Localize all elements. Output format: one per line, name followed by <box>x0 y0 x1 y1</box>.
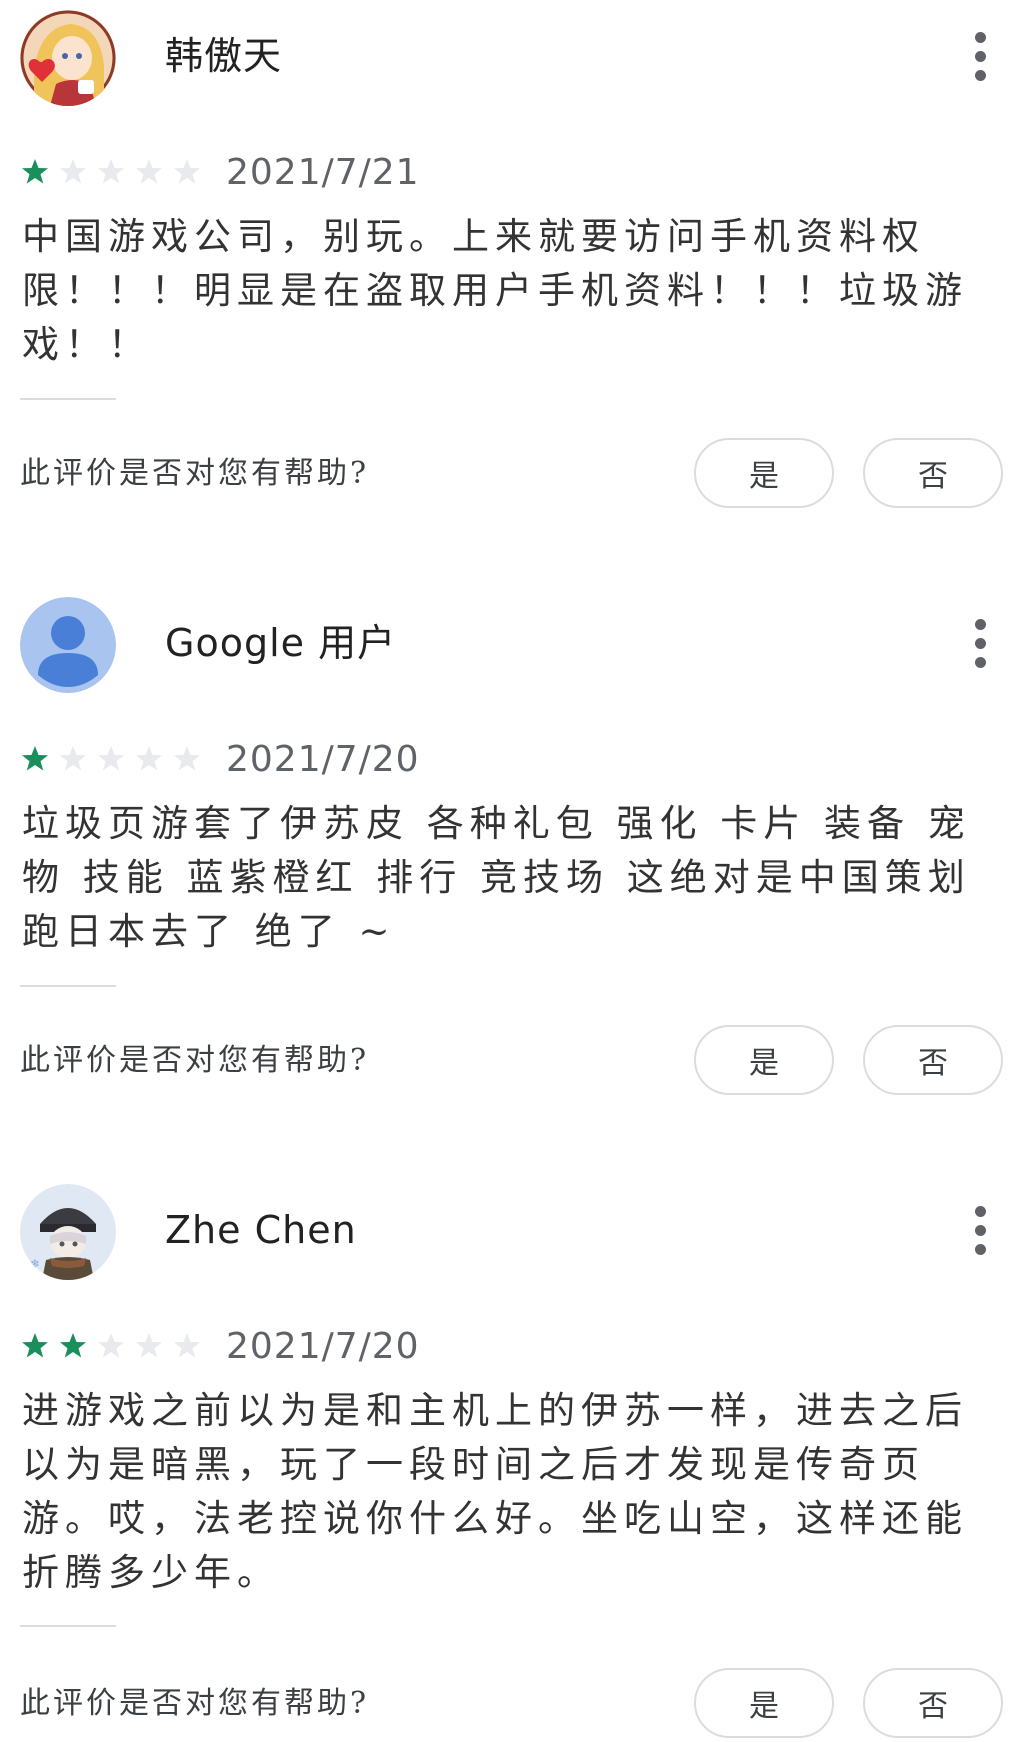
user-name: Google 用户 <box>165 621 397 665</box>
helpful-row: 此评价是否对您有帮助? 是 否 <box>0 1025 1021 1099</box>
star-empty-icon <box>134 1331 164 1361</box>
star-empty-icon <box>172 157 202 187</box>
star-empty-icon <box>172 744 202 774</box>
divider <box>20 1625 116 1627</box>
star-filled-icon <box>20 744 50 774</box>
default-user-avatar-icon[interactable] <box>20 597 116 693</box>
review-header: 韩傲天 <box>0 0 1021 110</box>
star-rating <box>20 157 202 187</box>
review-text: 垃圾页游套了伊苏皮 各种礼包 强化 卡片 装备 宠物 技能 蓝紫橙红 排行 竞技… <box>22 802 971 953</box>
more-options-icon[interactable] <box>960 613 1000 673</box>
divider <box>20 398 116 400</box>
helpful-no-button[interactable]: 否 <box>863 438 1003 508</box>
helpful-no-button[interactable]: 否 <box>863 1668 1003 1738</box>
helpful-no-button[interactable]: 否 <box>863 1025 1003 1095</box>
helpful-yes-button[interactable]: 是 <box>694 438 834 508</box>
review-text: 中国游戏公司，别玩。上来就要访问手机资料权限！！！明显是在盗取用户手机资料！！！… <box>22 215 968 366</box>
helpful-question: 此评价是否对您有帮助? <box>20 456 370 491</box>
helpful-yes-button[interactable]: 是 <box>694 1025 834 1095</box>
star-empty-icon <box>58 744 88 774</box>
more-options-icon[interactable] <box>960 26 1000 86</box>
star-filled-icon <box>20 157 50 187</box>
helpful-question: 此评价是否对您有帮助? <box>20 1043 370 1078</box>
review-header: Google 用户 <box>0 587 1021 697</box>
anime-boy-avatar-icon[interactable]: ❄ <box>20 1184 116 1280</box>
helpful-yes-button[interactable]: 是 <box>694 1668 834 1738</box>
star-empty-icon <box>96 744 126 774</box>
star-empty-icon <box>96 157 126 187</box>
star-empty-icon <box>134 744 164 774</box>
star-rating <box>20 744 202 774</box>
review-text: 进游戏之前以为是和主机上的伊苏一样，进去之后以为是暗黑，玩了一段时间之后才发现是… <box>22 1389 968 1594</box>
review-header: ❄ Zhe Chen <box>0 1174 1021 1284</box>
star-empty-icon <box>134 157 164 187</box>
review-date: 2021/7/20 <box>226 738 420 780</box>
svg-text:❄: ❄ <box>30 1257 40 1271</box>
rating-row: 2021/7/20 <box>20 1324 420 1368</box>
star-empty-icon <box>96 1331 126 1361</box>
star-empty-icon <box>58 157 88 187</box>
rating-row: 2021/7/20 <box>20 737 420 781</box>
user-name: 韩傲天 <box>165 34 283 78</box>
helpful-row: 此评价是否对您有帮助? 是 否 <box>0 438 1021 512</box>
helpful-question: 此评价是否对您有帮助? <box>20 1686 370 1721</box>
star-filled-icon <box>58 1331 88 1361</box>
divider <box>20 985 116 987</box>
user-name: Zhe Chen <box>165 1208 357 1252</box>
anime-girl-avatar-icon[interactable] <box>20 10 116 106</box>
star-rating <box>20 1331 202 1361</box>
star-empty-icon <box>172 1331 202 1361</box>
more-options-icon[interactable] <box>960 1200 1000 1260</box>
rating-row: 2021/7/21 <box>20 150 420 194</box>
helpful-row: 此评价是否对您有帮助? 是 否 <box>0 1668 1021 1742</box>
review-date: 2021/7/20 <box>226 1325 420 1367</box>
review-date: 2021/7/21 <box>226 151 420 193</box>
star-filled-icon <box>20 1331 50 1361</box>
